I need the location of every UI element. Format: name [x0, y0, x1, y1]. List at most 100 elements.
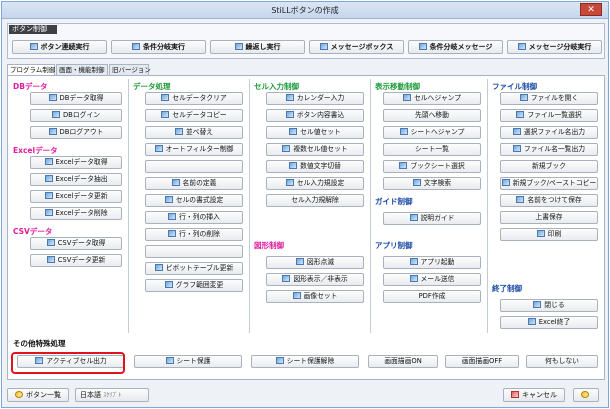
db-get-button[interactable]: DBデータ取得	[30, 92, 122, 105]
pdf-create-button[interactable]: PDF作成	[383, 290, 481, 303]
conditional-run-button[interactable]: 条件分岐実行	[111, 40, 206, 54]
sort-button[interactable]: 並べ替え	[145, 126, 243, 139]
do-nothing-button[interactable]: 何もしない	[526, 355, 598, 368]
button-icon	[132, 43, 140, 50]
shape-toggle-button[interactable]: 図形表示／非表示	[266, 273, 364, 286]
pivot-icon	[154, 264, 163, 271]
cell-value-set-button[interactable]: セル値セット	[266, 126, 364, 139]
screen-update-on-button[interactable]: 画面描画ON	[368, 355, 438, 368]
close-icon	[533, 301, 542, 308]
image-icon	[292, 292, 301, 299]
excel-update-button[interactable]: Excelデータ更新	[30, 190, 122, 203]
validation-clear-button[interactable]: セル入力規解除	[266, 194, 364, 207]
help-icon	[15, 391, 23, 398]
filter-icon	[154, 145, 163, 152]
text-search-button[interactable]: 文字検索	[383, 177, 481, 190]
help-button[interactable]	[573, 388, 599, 402]
cell-clear-button[interactable]: セルデータクリア	[145, 92, 243, 105]
selected-file-output-button[interactable]: 選択ファイル名出力	[500, 126, 598, 139]
csv-get-button[interactable]: CSVデータ取得	[30, 237, 122, 250]
sheet-list-button[interactable]: シート一覧	[383, 143, 481, 156]
cell-format-button[interactable]: セルの書式設定	[145, 194, 243, 207]
language-select[interactable]: 日本語 ｽｸﾘﾌﾟﾄ	[75, 388, 149, 402]
end-section-title: 終了制御	[492, 284, 522, 293]
pivot-refresh-button[interactable]: ピボットテーブル更新	[145, 262, 243, 275]
folder-icon	[519, 94, 528, 101]
dialog-window: StiLLボタンの作成 ✕ ボタン制御 ボタン連続実行 条件分岐実行 繰返し実行…	[1, 1, 609, 408]
guide-button[interactable]: 説明ガイド	[383, 212, 481, 225]
sheet-unprotect-button[interactable]: シート保護解除	[251, 355, 359, 368]
file-open-button[interactable]: ファイルを開く	[500, 92, 598, 105]
db-icon	[51, 111, 60, 118]
printer-icon	[536, 230, 545, 237]
excel-delete-button[interactable]: Excelデータ削除	[30, 207, 122, 220]
message-box-button[interactable]: メッセージボックス	[309, 40, 404, 54]
macro-group-header: ボタン制御	[9, 25, 57, 34]
overwrite-save-button[interactable]: 上書保存	[500, 211, 598, 224]
excel-icon	[44, 158, 53, 165]
tab-old-version[interactable]: 旧バージョン	[109, 64, 151, 75]
csv-update-button[interactable]: CSVデータ更新	[30, 254, 122, 267]
message-branch-button[interactable]: メッセージ分岐実行	[507, 40, 602, 54]
file-list-select-button[interactable]: ファイル一覧選択	[500, 109, 598, 122]
app-launch-button[interactable]: アプリ起動	[383, 256, 481, 269]
column-divider	[370, 79, 371, 333]
sheet-protect-button[interactable]: シート保護	[134, 355, 242, 368]
window-title: StiLLボタンの作成	[271, 6, 339, 15]
delete-row-col-button[interactable]: 行・列の削除	[145, 228, 243, 241]
excel-get-button[interactable]: Excelデータ取得	[30, 156, 122, 169]
empty-slot-button[interactable]	[145, 160, 243, 173]
num-text-toggle-button[interactable]: 数値文字切替	[266, 160, 364, 173]
print-button[interactable]: 印刷	[500, 228, 598, 241]
empty-slot-button[interactable]	[145, 245, 243, 258]
book-sheet-select-button[interactable]: ブックシート選択	[383, 160, 481, 173]
multi-cell-value-button[interactable]: 複数セル値セット	[266, 143, 364, 156]
calendar-input-button[interactable]: カレンダー入力	[266, 92, 364, 105]
close-book-button[interactable]: 閉じる	[500, 299, 598, 312]
file-icon	[516, 111, 525, 118]
excel-extract-button[interactable]: Excelデータ抽出	[30, 173, 122, 186]
calendar-icon	[285, 94, 294, 101]
screen-update-off-button[interactable]: 画面描画OFF	[445, 355, 519, 368]
mail-send-button[interactable]: メール送信	[383, 273, 481, 286]
conditional-message-button[interactable]: 条件分岐メッセージ	[408, 40, 503, 54]
excel-icon	[44, 209, 53, 216]
file-icon	[512, 145, 521, 152]
repeat-run-button[interactable]: 繰返し実行	[210, 40, 305, 54]
cancel-button[interactable]: キャンセル	[503, 388, 565, 402]
chart-range-button[interactable]: グラフ範囲変更	[145, 279, 243, 292]
format-icon	[164, 196, 173, 203]
close-button[interactable]: ✕	[580, 3, 602, 16]
jump-to-cell-button[interactable]: セルへジャンプ	[383, 92, 481, 105]
excel-exit-button[interactable]: Excel終了	[500, 316, 598, 329]
autofilter-button[interactable]: オートフィルター制御	[145, 143, 243, 156]
mail-icon	[409, 275, 418, 282]
button-icon	[234, 43, 243, 50]
display-section-title: 表示移動制御	[375, 82, 420, 91]
validation-set-button[interactable]: セル入力規設定	[266, 177, 364, 190]
db-login-button[interactable]: DBログイン	[30, 109, 122, 122]
csv-icon	[46, 239, 55, 246]
new-book-button[interactable]: 新規ブック	[500, 160, 598, 173]
save-as-button[interactable]: 名前をつけて保存	[500, 194, 598, 207]
name-icon	[171, 179, 180, 186]
button-write-button[interactable]: ボタン内容書込	[266, 109, 364, 122]
shape-blink-button[interactable]: 図形点滅	[266, 256, 364, 269]
go-to-top-button[interactable]: 先頭へ移動	[383, 109, 481, 122]
tab-screen-control[interactable]: 画面・機能制御	[56, 64, 108, 75]
define-name-button[interactable]: 名前の定義	[145, 177, 243, 190]
sequential-run-button[interactable]: ボタン連続実行	[12, 40, 107, 54]
cell-copy-button[interactable]: セルデータコピー	[145, 109, 243, 122]
shape-section-title: 図形制御	[254, 241, 284, 250]
file-name-list-button[interactable]: ファイル名一覧出力	[500, 143, 598, 156]
insert-row-col-button[interactable]: 行・列の挿入	[145, 211, 243, 224]
button-list-button[interactable]: ボタン一覧	[7, 388, 69, 402]
image-set-button[interactable]: 画像セット	[266, 290, 364, 303]
toggle-icon	[289, 162, 298, 169]
selection-highlight	[11, 352, 125, 374]
db-logout-button[interactable]: DBログアウト	[30, 126, 122, 139]
delete-icon	[168, 230, 177, 237]
jump-to-sheet-button[interactable]: シートへジャンプ	[383, 126, 481, 139]
new-book-paste-button[interactable]: 新規ブック/ペーストコピー	[500, 177, 598, 190]
excel-icon	[44, 192, 53, 199]
